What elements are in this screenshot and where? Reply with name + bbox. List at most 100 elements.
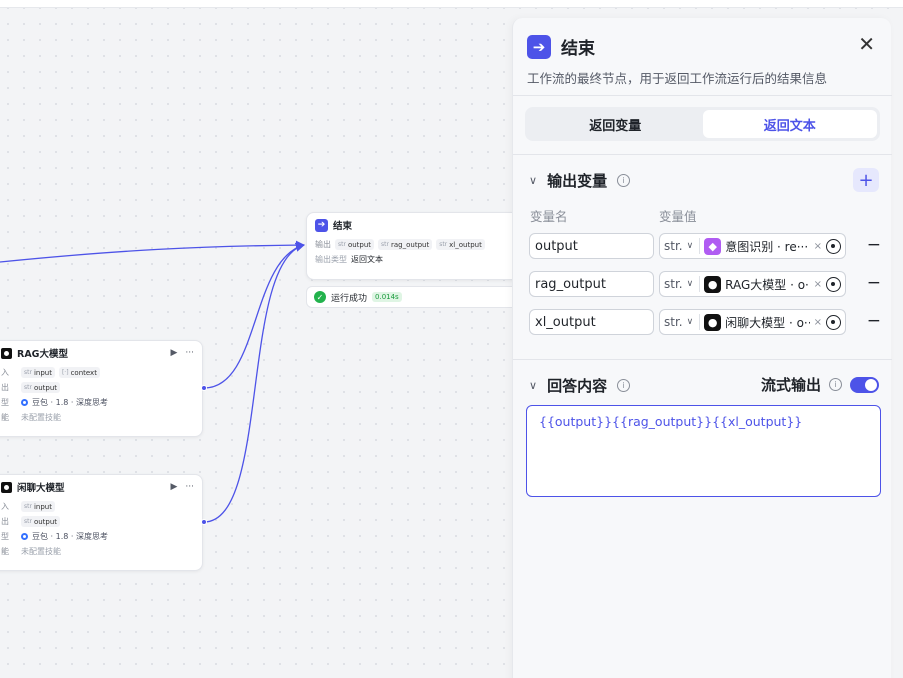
variable-name-input[interactable]: output [529, 233, 654, 259]
answer-content-header[interactable]: ∨ 回答内容 i [529, 375, 631, 396]
target-picker-icon[interactable] [826, 276, 841, 292]
chat-output-label: 出 [1, 517, 9, 526]
run-duration-badge: 0.014s [372, 292, 402, 302]
rag-input-tag: [·] context [58, 367, 100, 378]
run-status-bar[interactable]: ✓ 运行成功 0.014s [306, 286, 524, 308]
doubao-model-icon [21, 533, 28, 540]
end-node[interactable]: ➔ 结束 输出 str output str rag_output str xl_ou… [306, 212, 524, 280]
info-icon[interactable]: i [617, 174, 631, 187]
end-node-settings-panel: ➔ 结束 ✕ 工作流的最终节点，用于返回工作流运行后的结果信息 返回变量 返回文… [512, 18, 892, 678]
chat-skill-label: 能 [1, 547, 9, 556]
end-output-tag: str rag_output [378, 239, 433, 250]
answer-content-title: 回答内容 [547, 377, 608, 395]
tab-return-text[interactable]: 返回文本 [702, 110, 877, 138]
clear-icon[interactable]: × [814, 241, 822, 252]
chat-output-handle[interactable] [201, 519, 207, 525]
rag-output-handle[interactable] [201, 385, 207, 391]
chat-model-name: 豆包 · 1.8 · 深度思考 [32, 532, 108, 541]
chat-llm-node[interactable]: 闲聊大模型 ▶ ··· 入 str input 出 str output 型 豆包 … [0, 474, 207, 571]
chat-model-label: 型 [1, 532, 9, 541]
variable-name-input[interactable]: rag_output [529, 271, 654, 297]
return-mode-tabs: 返回变量 返回文本 [525, 107, 880, 141]
source-variable: RAG大模型 · o··· [725, 277, 810, 292]
divider [699, 238, 701, 254]
rag-skill-value: 未配置技能 [21, 413, 61, 422]
variable-name-input[interactable]: xl_output [529, 309, 654, 335]
chevron-down-icon[interactable]: ∨ [687, 241, 694, 251]
top-toolbar-edge [0, 0, 903, 8]
info-icon[interactable]: i [829, 378, 842, 391]
rag-llm-node[interactable]: RAG大模型 ▶ ··· 入 str input [·] context 出 str… [0, 340, 207, 437]
tab-return-variables[interactable]: 返回变量 [528, 110, 703, 138]
info-icon[interactable]: i [617, 379, 631, 392]
divider [513, 154, 892, 155]
end-node-output-type-value: 返回文本 [351, 255, 383, 264]
column-header-value: 变量值 [659, 209, 697, 224]
intent-icon: ◆ [704, 237, 722, 255]
success-check-icon: ✓ [314, 291, 326, 303]
clear-icon[interactable]: × [814, 317, 822, 328]
chevron-down-icon[interactable]: ∨ [687, 279, 694, 289]
chevron-down-icon[interactable]: ∨ [529, 174, 537, 187]
end-output-tag: str output [335, 239, 375, 250]
output-variable-row: output str. ∨ ◆ 意图识别 · re··· × − [529, 233, 881, 259]
rag-model-name: 豆包 · 1.8 · 深度思考 [32, 398, 108, 407]
rag-output-tag: str output [21, 382, 61, 393]
rag-skill-label: 能 [1, 413, 9, 422]
rag-node-title: RAG大模型 [17, 349, 68, 360]
end-output-tag: str xl_output [436, 239, 485, 250]
llm-icon: ● [704, 313, 722, 331]
remove-row-button[interactable]: − [867, 311, 881, 331]
chevron-down-icon[interactable]: ∨ [529, 379, 537, 392]
variable-value-selector[interactable]: str. ∨ ● 闲聊大模型 · o··· × [659, 309, 846, 335]
answer-content-editor[interactable]: {{output}}{{rag_output}}{{xl_output}} [526, 405, 881, 497]
clear-icon[interactable]: × [814, 279, 822, 290]
chat-input-label: 入 [1, 502, 9, 511]
source-variable: 意图识别 · re··· [725, 239, 809, 254]
panel-description: 工作流的最终节点，用于返回工作流运行后的结果信息 [527, 71, 828, 86]
chat-skill-value: 未配置技能 [21, 547, 61, 556]
streaming-output-toggle[interactable] [850, 376, 879, 393]
rag-input-tag: str input [21, 367, 55, 378]
run-node-icon[interactable]: ▶ [170, 482, 177, 492]
add-variable-button[interactable]: + [853, 168, 879, 192]
end-node-output-type-label: 输出类型 [315, 255, 347, 264]
panel-title: 结束 [561, 39, 595, 59]
chat-input-tag: str input [21, 501, 55, 512]
type-select[interactable]: str. [664, 239, 683, 253]
llm-robot-icon [1, 347, 12, 359]
variable-value-selector[interactable]: str. ∨ ◆ 意图识别 · re··· × [659, 233, 846, 259]
divider [699, 314, 701, 330]
remove-row-button[interactable]: − [867, 235, 881, 255]
column-header-name: 变量名 [530, 209, 568, 224]
llm-icon: ● [704, 275, 722, 293]
streaming-output-control: 流式输出 i [761, 374, 879, 395]
source-variable: 闲聊大模型 · o··· [725, 315, 810, 330]
type-select[interactable]: str. [664, 315, 683, 329]
divider [513, 359, 892, 360]
output-variables-header[interactable]: ∨ 输出变量 i [529, 170, 631, 191]
rag-output-label: 出 [1, 383, 9, 392]
variable-value-selector[interactable]: str. ∨ ● RAG大模型 · o··· × [659, 271, 846, 297]
type-select[interactable]: str. [664, 277, 683, 291]
more-options-icon[interactable]: ··· [185, 482, 194, 492]
output-variables-title: 输出变量 [547, 172, 608, 190]
target-picker-icon[interactable] [826, 314, 841, 330]
chevron-down-icon[interactable]: ∨ [687, 317, 694, 327]
divider [699, 276, 701, 292]
llm-robot-icon [1, 481, 12, 493]
target-picker-icon[interactable] [826, 238, 841, 254]
remove-row-button[interactable]: − [867, 273, 881, 293]
end-node-output-label: 输出 [315, 240, 331, 249]
end-node-title: 结束 [333, 221, 353, 232]
chat-output-tag: str output [21, 516, 61, 527]
close-icon[interactable]: ✕ [858, 32, 875, 56]
divider [513, 95, 892, 96]
end-node-icon: ➔ [315, 218, 328, 232]
end-node-icon: ➔ [527, 34, 551, 59]
doubao-model-icon [21, 399, 28, 406]
run-node-icon[interactable]: ▶ [170, 348, 177, 358]
streaming-output-label: 流式输出 [760, 376, 821, 394]
rag-model-label: 型 [1, 398, 9, 407]
more-options-icon[interactable]: ··· [185, 348, 194, 358]
